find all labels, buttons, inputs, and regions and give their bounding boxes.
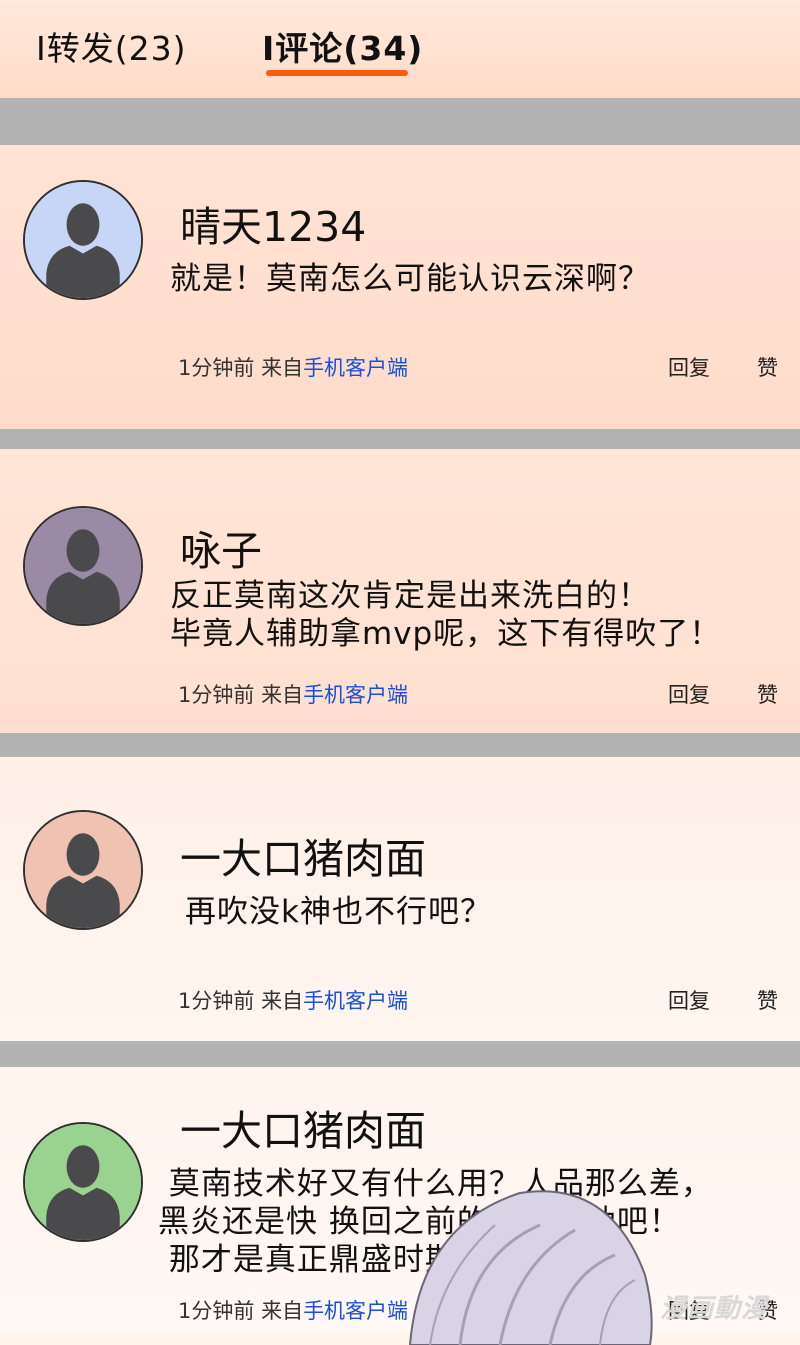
tab-comments[interactable]: I评论(34) xyxy=(262,22,423,70)
tab-repost[interactable]: I转发(23) xyxy=(36,22,186,70)
comment-meta: 1分钟前 来自手机客户端 xyxy=(178,1295,408,1325)
divider xyxy=(0,1041,800,1067)
comment-text: 就是！莫南怎么可能认识云深啊？ xyxy=(170,261,650,297)
avatar[interactable] xyxy=(23,180,143,300)
source-link[interactable]: 手机客户端 xyxy=(303,1299,408,1323)
user-silhouette-icon xyxy=(25,182,141,298)
comment-time: 1分钟前 xyxy=(178,356,255,380)
source-prefix: 来自 xyxy=(261,356,304,380)
reply-button[interactable]: 回复 xyxy=(668,985,710,1015)
reply-button[interactable]: 回复 xyxy=(668,352,710,382)
user-silhouette-icon xyxy=(25,508,141,624)
like-button[interactable]: 赞 xyxy=(757,985,778,1015)
divider xyxy=(0,429,800,449)
comment-author[interactable]: 一大口猪肉面 xyxy=(180,825,426,885)
character-hair-illustration xyxy=(408,1190,653,1345)
reply-button[interactable]: 回复 xyxy=(668,679,710,709)
avatar[interactable] xyxy=(23,1122,143,1242)
user-silhouette-icon xyxy=(25,812,141,928)
source-prefix: 来自 xyxy=(261,1299,304,1323)
comment-meta: 1分钟前 来自手机客户端 xyxy=(178,985,408,1015)
tab-bar: I转发(23) I评论(34) xyxy=(0,0,800,98)
source-prefix: 来自 xyxy=(261,989,304,1013)
comment-card: 一大口猪肉面 再吹没k神也不行吧？ 1分钟前 来自手机客户端 回复 赞 xyxy=(0,757,800,1041)
source-prefix: 来自 xyxy=(261,683,304,707)
comment-time: 1分钟前 xyxy=(178,1299,255,1323)
comment-card: 咏子 反正莫南这次肯定是出来洗白的！ 毕竟人辅助拿mvp呢，这下有得吹了！ 1分… xyxy=(0,449,800,733)
like-button[interactable]: 赞 xyxy=(757,679,778,709)
comment-author[interactable]: 晴天1234 xyxy=(180,193,366,253)
comment-text: 再吹没k神也不行吧？ xyxy=(185,894,492,930)
comment-time: 1分钟前 xyxy=(178,683,255,707)
comment-meta: 1分钟前 来自手机客户端 xyxy=(178,352,408,382)
source-link[interactable]: 手机客户端 xyxy=(303,989,408,1013)
comment-author[interactable]: 咏子 xyxy=(180,517,262,577)
avatar[interactable] xyxy=(23,810,143,930)
comment-text: 反正莫南这次肯定是出来洗白的！ 毕竟人辅助拿mvp呢，这下有得吹了！ xyxy=(170,578,722,652)
source-link[interactable]: 手机客户端 xyxy=(303,683,408,707)
source-link[interactable]: 手机客户端 xyxy=(303,356,408,380)
active-tab-indicator xyxy=(266,70,408,76)
comment-card: 晴天1234 就是！莫南怎么可能认识云深啊？ 1分钟前 来自手机客户端 回复 赞 xyxy=(0,145,800,429)
comment-meta: 1分钟前 来自手机客户端 xyxy=(178,679,408,709)
watermark-logo: 漫画動漫 xyxy=(660,1294,769,1324)
divider xyxy=(0,733,800,757)
like-button[interactable]: 赞 xyxy=(757,352,778,382)
user-silhouette-icon xyxy=(25,1124,141,1240)
comment-time: 1分钟前 xyxy=(178,989,255,1013)
divider xyxy=(0,98,800,145)
avatar[interactable] xyxy=(23,506,143,626)
comment-author[interactable]: 一大口猪肉面 xyxy=(180,1097,426,1157)
